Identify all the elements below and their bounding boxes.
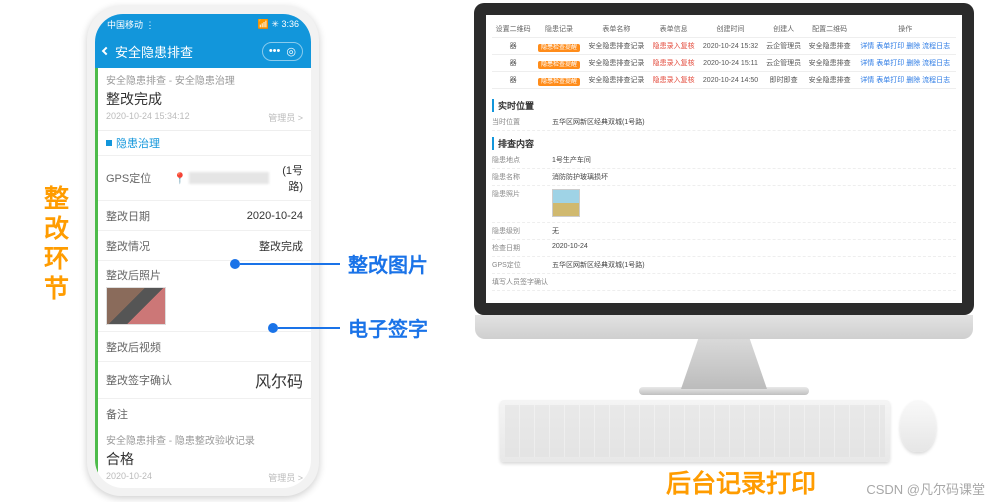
table-row[interactable]: 器隐患检查提醒安全隐患排查记录隐患录入复核2020-10-24 15:11云企管…: [492, 55, 956, 72]
detail-row: 填写人员签字确认: [492, 274, 956, 291]
callout-line: [240, 263, 340, 265]
keyboard-area: [500, 400, 936, 462]
detail-panel: 实时位置 当时位置五华区网新区经典双城(1号路) 排查内容 隐患地点1号生产车间…: [492, 99, 956, 291]
detail-row: 当时位置五华区网新区经典双城(1号路): [492, 114, 956, 131]
table-row[interactable]: 器隐患检查提醒安全隐患排查记录隐患录入复核2020-10-24 15:32云企管…: [492, 38, 956, 55]
table-row[interactable]: 器隐患检查提醒安全隐患排查记录隐患录入复核2020-10-24 14:50即时即…: [492, 72, 956, 89]
signature-image: 风尔码: [233, 368, 303, 392]
meta-row: 2020-10-24 15:34:12管理员 >: [98, 111, 311, 130]
rectify-status-heading: 整改完成: [98, 89, 311, 111]
keyboard: [500, 400, 890, 462]
record-table: 设置二维码 隐患记录 表单名称 表单信息 创建时间 创建人 配置二维码 操作 器…: [492, 21, 956, 89]
status-badge: 隐患检查提醒: [538, 61, 580, 69]
gps-blurred: [189, 172, 270, 184]
backend-print-label: 后台记录打印: [666, 464, 816, 500]
gps-value[interactable]: 📍(1号路): [173, 162, 303, 194]
status-carrier: 中国移动 ⋮: [107, 18, 155, 31]
side-section-label: 整 改 环 节: [44, 184, 69, 304]
desktop-screen: 设置二维码 隐患记录 表单名称 表单信息 创建时间 创建人 配置二维码 操作 器…: [486, 15, 962, 297]
row-gps: GPS定位 📍(1号路): [98, 155, 311, 200]
row-actions[interactable]: 详情 表单打印 删除 流程日志: [854, 55, 956, 72]
detail-content-title: 排查内容: [492, 137, 956, 150]
callout-dot: [268, 323, 278, 333]
navbar: 安全隐患排查 •••◎: [95, 34, 311, 68]
monitor-stand: [681, 339, 767, 389]
detail-loc-title: 实时位置: [492, 99, 956, 112]
detail-row: 隐患级别无: [492, 223, 956, 240]
rectify-photo-thumb[interactable]: [106, 287, 166, 325]
callout-line: [278, 327, 340, 329]
detail-row: 隐患照片: [492, 186, 956, 223]
callout-photo-text: 整改图片: [348, 249, 428, 278]
monitor-chin: [475, 315, 973, 339]
section-hazard-govern: 隐患治理: [98, 130, 311, 155]
table-header-row: 设置二维码 隐患记录 表单名称 表单信息 创建时间 创建人 配置二维码 操作: [492, 21, 956, 38]
detail-row: 检查日期2020-10-24: [492, 240, 956, 257]
content-scroll[interactable]: 安全隐患排查 - 安全隐患治理 整改完成 2020-10-24 15:34:12…: [95, 68, 311, 488]
back-icon[interactable]: [102, 47, 110, 55]
callout-signature: 电子签字: [268, 313, 428, 342]
status-badge: 隐患检查提醒: [538, 78, 580, 86]
breadcrumb: 安全隐患排查 - 安全隐患治理: [98, 68, 311, 89]
callout-photo: 整改图片: [230, 249, 428, 278]
pin-icon: 📍: [173, 172, 187, 185]
page-title: 安全隐患排查: [115, 42, 262, 61]
status-time: 📶 ✳ 3:36: [258, 19, 299, 30]
tag-icon: [106, 140, 112, 146]
desktop-mockup: 设置二维码 隐患记录 表单名称 表单信息 创建时间 创建人 配置二维码 操作 器…: [474, 3, 974, 395]
miniprogram-capsule[interactable]: •••◎: [262, 42, 303, 61]
meta-row-2: 2020-10-24管理员 >: [98, 471, 311, 488]
detail-photo-thumb[interactable]: [552, 189, 580, 217]
watermark: CSDN @凡尔码课堂: [866, 479, 985, 498]
status-badge: 隐患检查提醒: [538, 44, 580, 52]
row-date: 整改日期2020-10-24: [98, 200, 311, 230]
breadcrumb-2: 安全隐患排查 - 隐患整改验收记录: [98, 428, 311, 449]
detail-row: 隐患地点1号生产车间: [492, 152, 956, 169]
detail-row: GPS定位五华区网新区经典双城(1号路): [492, 257, 956, 274]
row-actions[interactable]: 详情 表单打印 删除 流程日志: [854, 38, 956, 55]
callout-sign-text: 电子签字: [348, 313, 428, 342]
statusbar: 中国移动 ⋮ 📶 ✳ 3:36: [95, 14, 311, 34]
mouse: [900, 400, 936, 452]
row-signature: 整改签字确认风尔码: [98, 361, 311, 398]
callout-dot: [230, 259, 240, 269]
row-note: 备注: [98, 398, 311, 428]
detail-row: 隐患名称消防防护玻璃损坏: [492, 169, 956, 186]
monitor-frame: 设置二维码 隐患记录 表单名称 表单信息 创建时间 创建人 配置二维码 操作 器…: [474, 3, 974, 315]
accept-status-heading: 合格: [98, 449, 311, 471]
row-actions[interactable]: 详情 表单打印 删除 流程日志: [854, 72, 956, 89]
